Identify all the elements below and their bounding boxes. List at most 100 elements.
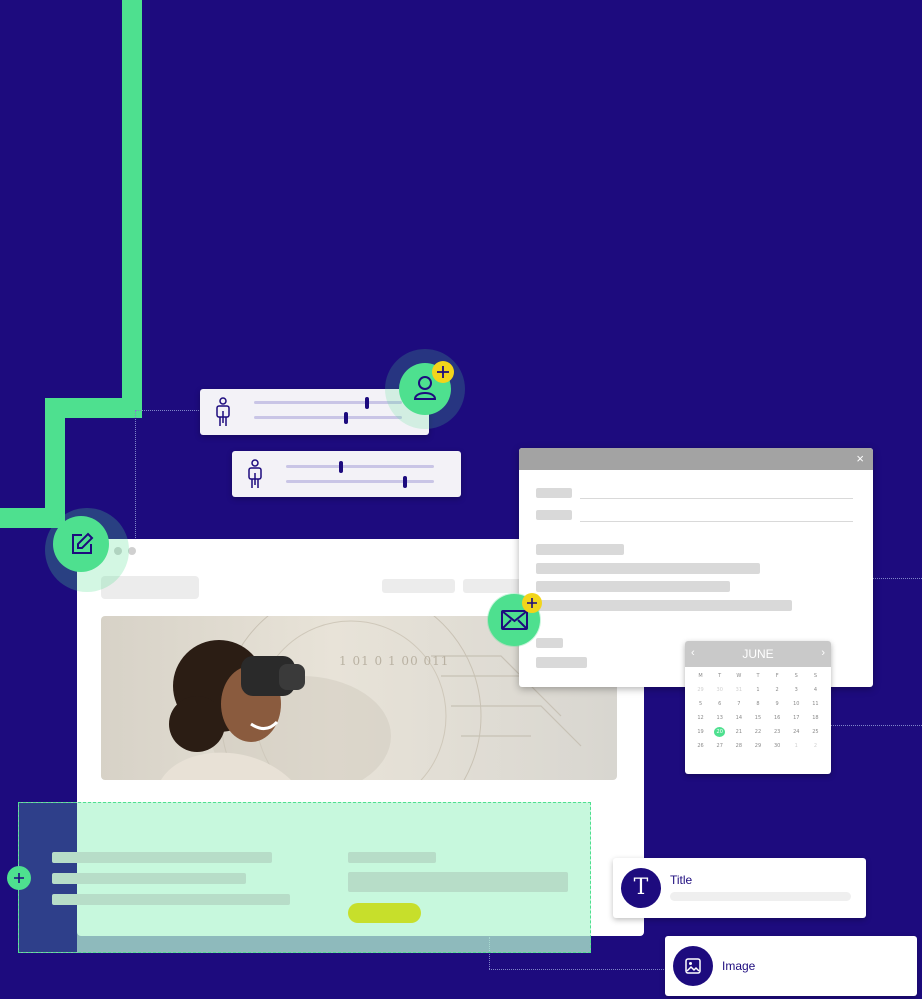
field-label-placeholder bbox=[536, 510, 572, 520]
weekday-label: T bbox=[756, 673, 760, 679]
calendar-day[interactable]: 6 bbox=[710, 699, 729, 709]
calendar-day[interactable]: 29 bbox=[748, 741, 767, 751]
field-label-placeholder bbox=[536, 488, 572, 498]
text-line-placeholder bbox=[52, 894, 290, 905]
nav-placeholder[interactable] bbox=[463, 579, 523, 593]
calendar-day[interactable]: 30 bbox=[768, 741, 787, 751]
calendar-day[interactable]: 29 bbox=[691, 685, 710, 695]
weekday-label: T bbox=[718, 673, 722, 679]
calendar-day[interactable]: 22 bbox=[748, 727, 767, 737]
window-dot bbox=[128, 547, 136, 555]
text-line-placeholder bbox=[536, 657, 587, 668]
title-block-card[interactable]: T Title bbox=[613, 858, 866, 918]
title-card-label: Title bbox=[670, 873, 693, 887]
calendar-day[interactable]: 31 bbox=[729, 685, 748, 695]
calendar-day[interactable]: 10 bbox=[787, 699, 806, 709]
weekday-label: M bbox=[698, 673, 703, 679]
title-avatar: T bbox=[621, 868, 661, 908]
slider-thumb[interactable] bbox=[339, 461, 343, 473]
calendar-day[interactable]: 25 bbox=[806, 727, 825, 737]
calendar-day[interactable]: 14 bbox=[729, 713, 748, 723]
calendar-day[interactable]: 1 bbox=[748, 685, 767, 695]
text-line-placeholder bbox=[536, 600, 792, 611]
audience-slider-card[interactable] bbox=[232, 451, 461, 497]
calendar-month: JUNE bbox=[742, 647, 774, 661]
calendar-day[interactable]: 20 bbox=[714, 727, 726, 737]
weekday-label: S bbox=[794, 673, 798, 679]
dialog-header: × bbox=[519, 448, 873, 470]
calendar-header: ‹ JUNE › bbox=[685, 641, 831, 667]
calendar-day[interactable]: 13 bbox=[710, 713, 729, 723]
calendar-day[interactable]: 19 bbox=[691, 727, 710, 737]
slider-track[interactable] bbox=[254, 416, 402, 419]
edit-button[interactable] bbox=[45, 508, 129, 592]
calendar-day[interactable]: 12 bbox=[691, 713, 710, 723]
date-picker[interactable]: ‹ JUNE › M T W T F S S 29 30 31 1 2 3 4 5 6 7 8 9 10… bbox=[685, 641, 831, 774]
connector-line bbox=[873, 578, 922, 579]
text-line-placeholder bbox=[52, 852, 272, 863]
calendar-day[interactable]: 4 bbox=[806, 685, 825, 695]
calendar-grid: M T W T F S S bbox=[691, 671, 825, 681]
form-field[interactable] bbox=[580, 521, 853, 522]
calendar-day[interactable]: 28 bbox=[729, 741, 748, 751]
calendar-day[interactable]: 27 bbox=[710, 741, 729, 751]
slider-thumb[interactable] bbox=[344, 412, 348, 424]
weekday-label: F bbox=[775, 673, 779, 679]
heading-placeholder bbox=[348, 852, 436, 863]
add-block-button[interactable] bbox=[7, 866, 31, 890]
text-line-placeholder bbox=[536, 581, 730, 592]
slider-track[interactable] bbox=[286, 465, 434, 468]
edit-icon bbox=[72, 532, 94, 554]
form-field[interactable] bbox=[580, 498, 853, 499]
cta-button[interactable] bbox=[348, 903, 421, 923]
text-line-placeholder bbox=[536, 544, 624, 555]
close-icon[interactable]: × bbox=[856, 451, 864, 466]
plus-icon bbox=[432, 361, 454, 383]
calendar-days: 29 30 31 1 2 3 4 5 6 7 8 9 10 11 12 13 14 15 16 17 18 19 20 21 2… bbox=[691, 685, 825, 751]
calendar-day[interactable]: 15 bbox=[748, 713, 767, 723]
weekday-label: W bbox=[736, 673, 742, 679]
calendar-day[interactable]: 1 bbox=[787, 741, 806, 751]
slider-track[interactable] bbox=[254, 401, 402, 404]
calendar-day[interactable]: 30 bbox=[710, 685, 729, 695]
slider-track[interactable] bbox=[286, 480, 434, 483]
chevron-right-icon[interactable]: › bbox=[821, 647, 825, 659]
add-user-icon bbox=[413, 376, 437, 400]
hero-binary-text: 1 01 0 1 00 011 bbox=[339, 654, 450, 668]
person-icon bbox=[216, 397, 230, 426]
calendar-day[interactable]: 17 bbox=[787, 713, 806, 723]
calendar-day[interactable]: 3 bbox=[787, 685, 806, 695]
calendar-day[interactable]: 24 bbox=[787, 727, 806, 737]
calendar-day[interactable]: 2 bbox=[806, 741, 825, 751]
calendar-day[interactable]: 11 bbox=[806, 699, 825, 709]
calendar-day[interactable]: 23 bbox=[768, 727, 787, 737]
slider-thumb[interactable] bbox=[403, 476, 407, 488]
calendar-day[interactable]: 7 bbox=[729, 699, 748, 709]
plus-icon bbox=[522, 593, 542, 613]
text-line-placeholder bbox=[536, 563, 760, 574]
connector-line bbox=[831, 725, 922, 726]
calendar-day[interactable]: 16 bbox=[768, 713, 787, 723]
calendar-day[interactable]: 18 bbox=[806, 713, 825, 723]
calendar-day[interactable]: 8 bbox=[748, 699, 767, 709]
image-block-card[interactable]: Image bbox=[665, 936, 917, 996]
circuit-line-vertical-top bbox=[122, 0, 142, 410]
email-icon bbox=[501, 610, 528, 630]
add-user-button[interactable] bbox=[385, 349, 465, 429]
text-line-placeholder bbox=[52, 873, 246, 884]
text-line-placeholder bbox=[536, 638, 563, 648]
slider-thumb[interactable] bbox=[365, 397, 369, 409]
connector-line bbox=[489, 969, 666, 970]
calendar-day[interactable]: 5 bbox=[691, 699, 710, 709]
connector-line bbox=[135, 410, 201, 411]
nav-placeholder[interactable] bbox=[382, 579, 455, 593]
calendar-day[interactable]: 2 bbox=[768, 685, 787, 695]
calendar-day[interactable]: 21 bbox=[729, 727, 748, 737]
title-field-placeholder bbox=[670, 892, 851, 901]
email-button[interactable] bbox=[487, 593, 542, 647]
calendar-day[interactable]: 9 bbox=[768, 699, 787, 709]
connector-line bbox=[135, 410, 136, 538]
calendar-day[interactable]: 26 bbox=[691, 741, 710, 751]
image-icon bbox=[685, 958, 701, 974]
plus-icon bbox=[14, 873, 24, 883]
